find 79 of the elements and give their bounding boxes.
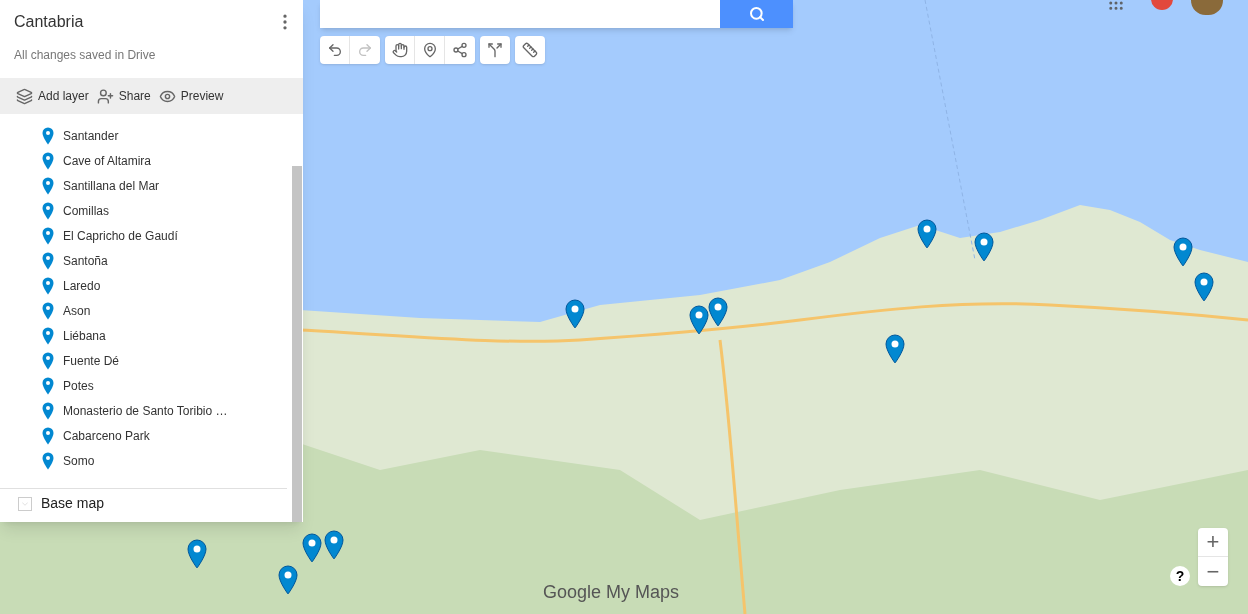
map-pin-icon[interactable]: [324, 530, 344, 560]
map-pin-icon[interactable]: [278, 565, 298, 595]
map-pin-icon[interactable]: [708, 297, 728, 327]
place-label: Santander: [63, 127, 119, 145]
ruler-icon: [522, 42, 538, 58]
map-pin-icon[interactable]: [302, 533, 322, 563]
hand-icon: [391, 42, 408, 58]
place-marker-icon: [42, 326, 54, 345]
place-marker-icon: [42, 151, 54, 170]
place-label: Fuente Dé: [63, 352, 120, 370]
place-marker-icon: [42, 176, 54, 195]
layers-icon: [16, 87, 33, 105]
action-button[interactable]: Preview: [158, 87, 224, 105]
map-pin-icon[interactable]: [689, 305, 709, 335]
map-pin-icon[interactable]: [1173, 237, 1193, 267]
place-marker-icon: [42, 226, 54, 245]
place-label: Liébana: [63, 327, 106, 345]
place-item[interactable]: Santillana del Mar: [0, 173, 291, 198]
place-label: Cave of Altamira: [63, 152, 152, 170]
place-item[interactable]: Cabarceno Park: [0, 423, 291, 448]
place-item[interactable]: Liébana: [0, 323, 291, 348]
place-label: Somo: [63, 452, 95, 470]
line-nodes-icon: [452, 42, 468, 58]
place-label: Comillas: [63, 202, 109, 220]
zoom-out-button[interactable]: −: [1198, 557, 1228, 586]
place-item[interactable]: Laredo: [0, 273, 291, 298]
search-field[interactable]: [320, 0, 720, 28]
map-title[interactable]: Cantabria: [14, 12, 156, 32]
measure-button[interactable]: [515, 36, 545, 64]
place-label: Laredo: [63, 277, 101, 295]
place-label: Santoña: [63, 252, 108, 270]
map-pin-icon[interactable]: [565, 299, 585, 329]
place-marker-icon: [42, 401, 54, 420]
place-marker-icon: [42, 301, 54, 320]
map-logo: Google My Maps: [543, 581, 680, 604]
place-label: El Capricho de Gaudí: [63, 227, 178, 245]
save-status: All changes saved in Drive: [14, 47, 156, 64]
place-marker-icon: [42, 126, 54, 145]
place-marker-icon: [42, 201, 54, 220]
action-button[interactable]: Add layer: [16, 87, 89, 105]
place-label: Santillana del Mar: [63, 177, 160, 195]
place-label: Monasterio de Santo Toribio …: [63, 402, 228, 420]
place-item[interactable]: Potes: [0, 373, 291, 398]
map-pin-icon[interactable]: [1194, 272, 1214, 302]
place-marker-icon: [42, 451, 54, 470]
map-pin-icon[interactable]: [917, 219, 937, 249]
place-item[interactable]: Monasterio de Santo Toribio …: [0, 398, 291, 423]
place-label: Cabarceno Park: [63, 427, 150, 445]
search-button[interactable]: [720, 0, 793, 28]
place-marker-icon: [42, 376, 54, 395]
add-person-icon: [96, 87, 114, 105]
place-item[interactable]: Fuente Dé: [0, 348, 291, 373]
place-marker-icon: [42, 276, 54, 295]
place-marker-icon: [42, 251, 54, 270]
place-label: Ason: [63, 302, 91, 320]
fork-arrow-icon: [487, 42, 503, 58]
redo-icon: [357, 42, 373, 58]
scrollbar[interactable]: [292, 166, 302, 522]
place-label: Potes: [63, 377, 94, 395]
base-map-toggle[interactable]: [18, 496, 32, 511]
action-button[interactable]: Share: [96, 87, 151, 105]
marker-icon: [421, 42, 438, 58]
place-item[interactable]: El Capricho de Gaudí: [0, 223, 291, 248]
zoom-in-button[interactable]: +: [1198, 528, 1228, 557]
place-item[interactable]: Ason: [0, 298, 291, 323]
base-map-label: Base map: [41, 494, 105, 513]
place-item[interactable]: Santander: [0, 123, 291, 148]
search-icon: [748, 6, 765, 22]
map-pin-icon[interactable]: [187, 539, 207, 569]
directions-button[interactable]: [480, 36, 510, 64]
map-pin-icon[interactable]: [885, 334, 905, 364]
undo-icon: [326, 42, 343, 58]
place-marker-icon: [42, 426, 54, 445]
place-item[interactable]: Cave of Altamira: [0, 148, 291, 173]
place-item[interactable]: Somo: [0, 448, 291, 473]
place-item[interactable]: Comillas: [0, 198, 291, 223]
place-item[interactable]: Santoña: [0, 248, 291, 273]
map-pin-icon[interactable]: [974, 232, 994, 262]
place-marker-icon: [42, 351, 54, 370]
